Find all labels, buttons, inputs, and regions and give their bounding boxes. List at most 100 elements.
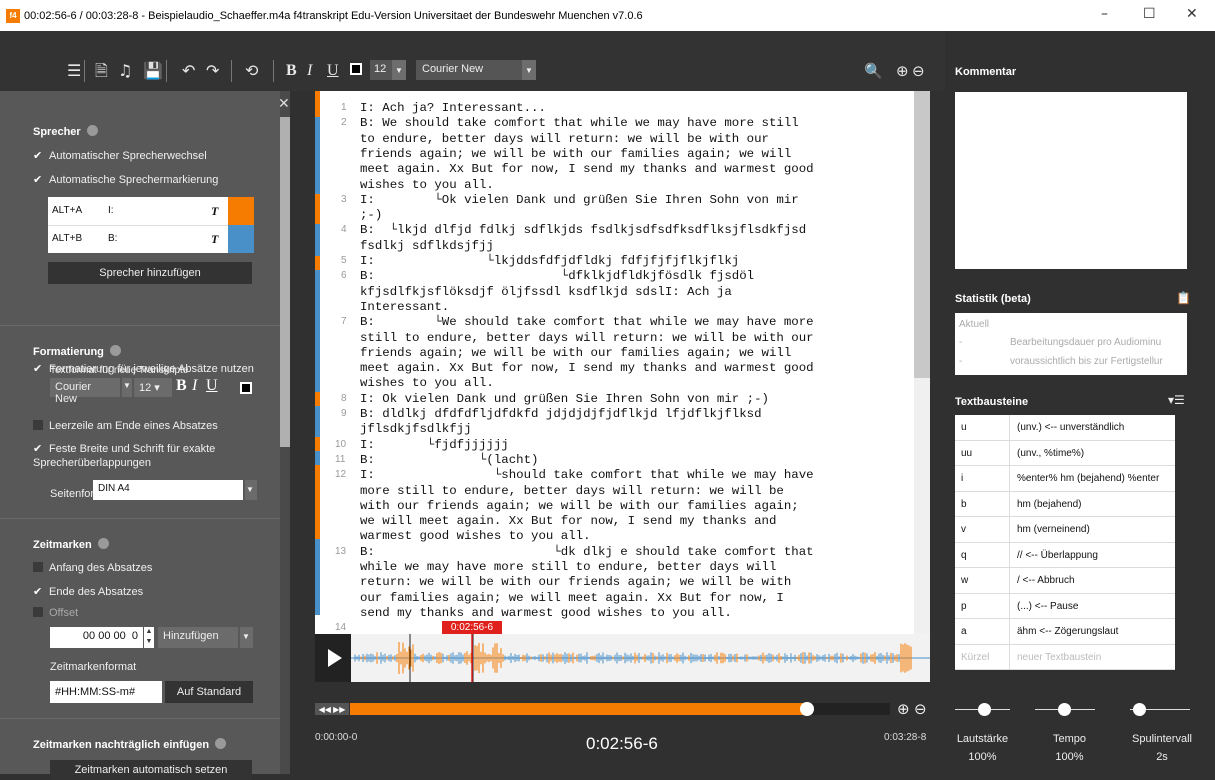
anfang-checkbox[interactable]: Anfang des Absatzes: [33, 562, 152, 574]
transcript-line[interactable]: B: └dk dlkj e should take comfort that: [360, 545, 814, 560]
info-icon[interactable]: [86, 125, 98, 136]
snippet-row[interactable]: Kürzel neuer Textbaustein: [955, 644, 1175, 670]
transcript-line[interactable]: jflsdkjfsdlkfjj: [360, 422, 472, 437]
zeitmarken-auto-button[interactable]: Zeitmarken automatisch setzen: [50, 760, 252, 780]
transcript-line[interactable]: B: dldlkj dfdfdfljdfdkfd jdjdjdjfjdflkjd…: [360, 407, 762, 422]
transcript-line[interactable]: B: └(lacht): [360, 453, 538, 468]
transcript-line[interactable]: I: └fjdfjjjjjj: [360, 438, 509, 453]
offset-checkbox[interactable]: Offset: [33, 607, 78, 619]
undo-icon[interactable]: ↶: [182, 62, 195, 80]
search-icon[interactable]: 🔍: [864, 62, 883, 80]
zoom-in-icon[interactable]: ⊕: [896, 62, 909, 80]
feste-breite-checkbox[interactable]: ✔ Feste Breite und Schrift für exakte Spr…: [33, 442, 233, 470]
bold-button[interactable]: B: [286, 62, 297, 80]
transcript-line[interactable]: warmest good wishes to you all.: [360, 529, 591, 544]
speaker-color-swatch[interactable]: [228, 225, 254, 253]
chevron-down-icon[interactable]: ▼: [245, 480, 257, 500]
auto-markierung-checkbox[interactable]: ✔ Automatische Sprechermarkierung: [33, 173, 218, 186]
snippet-row[interactable]: a ähm <-- Zögerungslaut: [955, 619, 1175, 645]
transcript-line[interactable]: friends again; we will be with our famil…: [360, 147, 791, 162]
snippet-row[interactable]: q // <-- Überlappung: [955, 542, 1175, 568]
comment-textarea[interactable]: [955, 92, 1187, 269]
auf-standard-button[interactable]: Auf Standard: [165, 681, 253, 703]
font-size-select[interactable]: 12 ▼: [370, 60, 406, 80]
transcript-line[interactable]: I: Ach ja? Interessant...: [360, 101, 546, 116]
text-style-icon[interactable]: T: [211, 204, 218, 219]
document-icon[interactable]: 🗎: [95, 62, 108, 80]
auto-wechsel-checkbox[interactable]: ✔ Automatischer Sprecherwechsel: [33, 149, 207, 162]
transcript-line[interactable]: B: └dfklkjdfldkjfösdlk fjsdöl: [360, 269, 754, 284]
hinzufuegen-select[interactable]: Hinzufügen: [158, 627, 238, 648]
underline-button[interactable]: U: [327, 62, 339, 80]
zoom-out-icon[interactable]: ⊖: [914, 700, 927, 718]
transcript-line[interactable]: wishes to you all.: [360, 178, 494, 193]
transcript-line[interactable]: return: we will be with our friends agai…: [360, 575, 791, 590]
rewind-forward-buttons[interactable]: ◀◀ ▶▶: [315, 703, 349, 715]
speaker-row[interactable]: ALT+A I: T: [48, 197, 254, 225]
transcript-line[interactable]: ;-): [360, 208, 382, 223]
transcript-line[interactable]: I: └should take comfort that while we ma…: [360, 468, 814, 483]
clipboard-icon[interactable]: 📋: [1176, 291, 1191, 305]
transcript-line[interactable]: kfjsdlfkjsflöksdjf öljfssdl ksdflkjd sds…: [360, 285, 732, 300]
speaker-color-swatch[interactable]: [228, 197, 254, 225]
music-icon[interactable]: ♫: [118, 62, 132, 80]
text-style-icon[interactable]: T: [211, 232, 218, 247]
snippet-row[interactable]: w / <-- Abbruch: [955, 568, 1175, 594]
menu-icon[interactable]: ☰: [67, 62, 81, 80]
format-underline-button[interactable]: U: [206, 377, 218, 395]
transcript-line[interactable]: meet again. Xx But for now, I send my th…: [360, 361, 814, 376]
transcript-line[interactable]: Interessant.: [360, 300, 449, 315]
playback-slider-handle[interactable]: [800, 702, 814, 716]
transcript-line[interactable]: B: └lkjd dlfjd fdlkj sdflkjds fsdlkjsdfs…: [360, 223, 806, 238]
format-size-select[interactable]: 12 ▾: [134, 378, 172, 397]
tempo-slider-handle[interactable]: [1058, 703, 1071, 716]
transcript-line[interactable]: wishes to you all.: [360, 376, 494, 391]
zoom-in-icon[interactable]: ⊕: [897, 700, 910, 718]
transcript-line[interactable]: B: We should take comfort that while we …: [360, 116, 799, 131]
waveform[interactable]: [315, 634, 930, 682]
format-bold-button[interactable]: B: [176, 377, 187, 395]
font-select[interactable]: Courier New ▼: [416, 60, 536, 80]
transcript-line[interactable]: to endure, better days will return: we w…: [360, 132, 769, 147]
transcript-line[interactable]: send my thanks and warmest good wishes t…: [360, 606, 732, 621]
transcript-line[interactable]: while we may have more still to endure, …: [360, 560, 776, 575]
transcript-line[interactable]: I: └Ok vielen Dank und grüßen Sie Ihren …: [360, 193, 799, 208]
italic-button[interactable]: I: [307, 62, 312, 80]
transcript-line[interactable]: I: Ok vielen Dank und grüßen Sie Ihren S…: [360, 392, 769, 407]
info-icon[interactable]: [109, 345, 121, 356]
format-italic-button[interactable]: I: [192, 377, 197, 395]
snippet-row[interactable]: b hm (bejahend): [955, 491, 1175, 517]
zoom-out-icon[interactable]: ⊖: [912, 62, 925, 80]
refresh-icon[interactable]: ⟲: [245, 62, 258, 80]
transcript-line[interactable]: our families again; we will meet again. …: [360, 591, 784, 606]
transcript-line[interactable]: fsdlkj sdflkdsjfjj: [360, 239, 494, 254]
ende-checkbox[interactable]: ✔ Ende des Absatzes: [33, 585, 143, 598]
snippet-row[interactable]: v hm (verneinend): [955, 517, 1175, 543]
snippet-row[interactable]: i %enter% hm (bejahend) %enter: [955, 466, 1175, 492]
transcript-line[interactable]: we will meet again. Xx But for now, I se…: [360, 514, 776, 529]
play-button[interactable]: [315, 634, 351, 682]
minimize-icon[interactable]: –: [1101, 6, 1108, 22]
transcript-line[interactable]: more still to endure, better days will r…: [360, 484, 784, 499]
save-icon[interactable]: 💾: [143, 62, 163, 80]
transcript-line[interactable]: friends again; we will be with our famil…: [360, 346, 791, 361]
format-color-picker[interactable]: [240, 382, 252, 394]
offset-input[interactable]: 00 00 00 0: [50, 627, 143, 648]
transcript-line[interactable]: still to endure, better days will return…: [360, 331, 814, 346]
snippet-row[interactable]: uu (unv., %time%): [955, 440, 1175, 466]
info-icon[interactable]: [97, 538, 109, 549]
color-picker[interactable]: [350, 63, 362, 75]
transcript-line[interactable]: B: └We should take comfort that while we…: [360, 315, 814, 330]
leerzeile-checkbox[interactable]: Leerzeile am Ende eines Absatzes: [33, 420, 218, 432]
snippet-row[interactable]: u (unv.) <-- unverständlich: [955, 415, 1175, 441]
seitenformat-select[interactable]: DIN A4: [93, 480, 243, 500]
info-icon[interactable]: [215, 738, 227, 749]
chevron-down-icon[interactable]: ▼: [240, 627, 253, 648]
editor-scroll-thumb[interactable]: [914, 91, 930, 378]
add-speaker-button[interactable]: Sprecher hinzufügen: [48, 262, 252, 284]
maximize-icon[interactable]: ☐: [1143, 6, 1156, 22]
redo-icon[interactable]: ↷: [206, 62, 219, 80]
offset-stepper[interactable]: ▲ ▼: [144, 627, 154, 648]
snippets-menu-icon[interactable]: ▾☰: [1168, 393, 1185, 407]
transcript-line[interactable]: meet again. Xx But for now, I send my th…: [360, 162, 814, 177]
